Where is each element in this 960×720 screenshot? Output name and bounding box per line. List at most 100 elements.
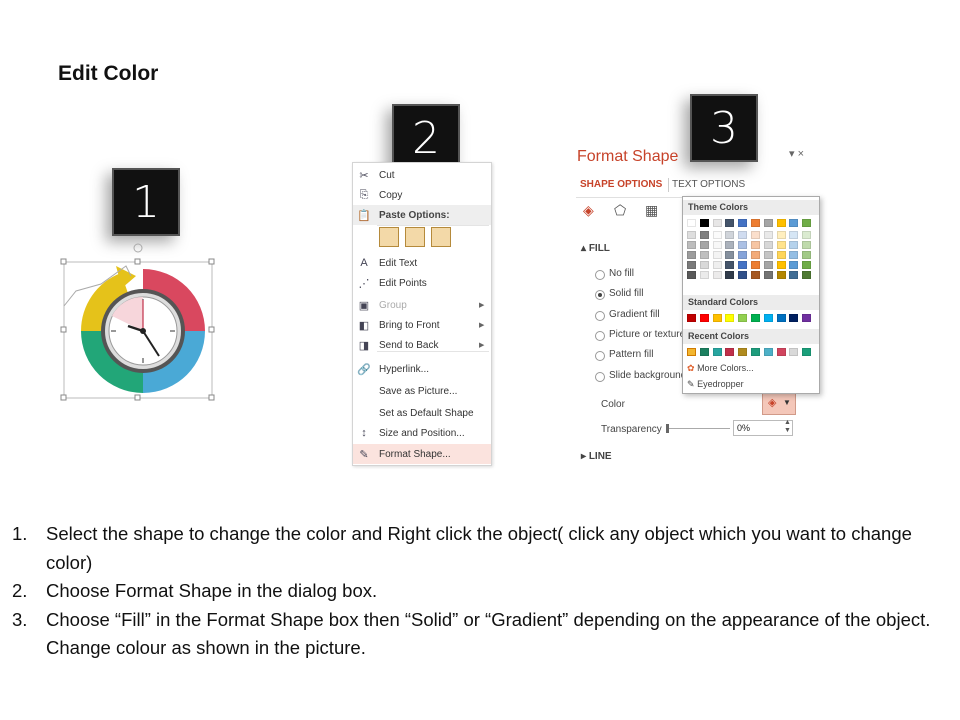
standard-color-swatch[interactable]: [699, 314, 709, 322]
tab-text-options[interactable]: TEXT OPTIONS: [672, 179, 745, 190]
size-properties-icon[interactable]: ▦: [645, 202, 658, 219]
recent-color-swatch[interactable]: [699, 348, 709, 356]
theme-color-swatch[interactable]: [738, 219, 748, 227]
theme-color-swatch[interactable]: [802, 219, 812, 227]
theme-color-shade-swatch[interactable]: [776, 251, 786, 259]
theme-color-shade-swatch[interactable]: [725, 271, 735, 279]
theme-color-shade-swatch[interactable]: [725, 261, 735, 269]
theme-color-shade-swatch[interactable]: [738, 271, 748, 279]
theme-color-shade-swatch[interactable]: [789, 241, 799, 249]
menu-item[interactable]: ✂ Cut: [353, 165, 491, 185]
theme-color-shade-swatch[interactable]: [699, 241, 709, 249]
theme-color-shade-swatch[interactable]: [802, 251, 812, 259]
spinner-icon[interactable]: ▲ ▼: [784, 419, 791, 435]
theme-color-shade-swatch[interactable]: [763, 241, 773, 249]
paste-merge-icon[interactable]: [405, 227, 425, 247]
theme-color-shade-swatch[interactable]: [687, 271, 696, 279]
theme-color-shade-swatch[interactable]: [789, 261, 799, 269]
standard-color-swatch[interactable]: [802, 314, 812, 322]
more-colors-item[interactable]: ✿ More Colors...: [687, 363, 754, 374]
fill-color-button[interactable]: ◈ ▼: [762, 393, 796, 415]
theme-color-shade-swatch[interactable]: [687, 251, 696, 259]
paste-picture-icon[interactable]: [431, 227, 451, 247]
theme-color-shade-swatch[interactable]: [751, 241, 760, 249]
line-section-header[interactable]: ▸ LINE: [581, 451, 612, 462]
theme-color-swatch[interactable]: [712, 219, 722, 227]
theme-color-shade-swatch[interactable]: [687, 231, 696, 239]
theme-color-swatch[interactable]: [776, 219, 786, 227]
menu-item[interactable]: A Edit Text: [353, 253, 491, 273]
recent-color-swatch[interactable]: [687, 348, 696, 356]
standard-color-swatch[interactable]: [789, 314, 799, 322]
theme-color-shade-swatch[interactable]: [789, 251, 799, 259]
transparency-slider-handle[interactable]: [666, 424, 669, 433]
theme-color-shade-swatch[interactable]: [802, 271, 812, 279]
theme-color-shade-swatch[interactable]: [763, 261, 773, 269]
theme-color-shade-swatch[interactable]: [738, 231, 748, 239]
theme-color-shade-swatch[interactable]: [725, 251, 735, 259]
standard-color-swatch[interactable]: [738, 314, 748, 322]
menu-item[interactable]: 🔗 Hyperlink...: [353, 359, 491, 379]
theme-color-shade-swatch[interactable]: [789, 271, 799, 279]
recent-color-swatch[interactable]: [751, 348, 760, 356]
menu-item[interactable]: ⋰ Edit Points: [353, 273, 491, 293]
paste-keep-source-icon[interactable]: [379, 227, 399, 247]
theme-color-swatch[interactable]: [699, 219, 709, 227]
recent-color-swatch[interactable]: [763, 348, 773, 356]
recent-color-swatch[interactable]: [802, 348, 812, 356]
theme-color-shade-swatch[interactable]: [699, 231, 709, 239]
theme-color-swatch[interactable]: [725, 219, 735, 227]
fill-option-radio[interactable]: [595, 331, 605, 341]
theme-color-shade-swatch[interactable]: [751, 251, 760, 259]
menu-item[interactable]: ↕ Size and Position...: [353, 423, 491, 443]
standard-color-swatch[interactable]: [751, 314, 760, 322]
clock-puzzle-shape[interactable]: [56, 236, 226, 406]
theme-color-shade-swatch[interactable]: [712, 231, 722, 239]
theme-color-shade-swatch[interactable]: [751, 231, 760, 239]
fill-option-radio[interactable]: [595, 270, 605, 280]
theme-color-shade-swatch[interactable]: [699, 251, 709, 259]
standard-color-swatch[interactable]: [776, 314, 786, 322]
transparency-slider[interactable]: [668, 428, 730, 429]
recent-color-swatch[interactable]: [776, 348, 786, 356]
menu-item[interactable]: Set as Default Shape: [353, 403, 491, 423]
theme-color-shade-swatch[interactable]: [738, 241, 748, 249]
theme-color-shade-swatch[interactable]: [776, 231, 786, 239]
fill-section-header[interactable]: ▴ FILL: [581, 243, 610, 254]
pane-controls[interactable]: ▾ ×: [789, 147, 804, 160]
theme-color-shade-swatch[interactable]: [751, 261, 760, 269]
theme-color-shade-swatch[interactable]: [712, 261, 722, 269]
theme-color-shade-swatch[interactable]: [763, 251, 773, 259]
menu-item[interactable]: ◨ Send to Back ▶: [353, 335, 491, 355]
theme-color-shade-swatch[interactable]: [738, 261, 748, 269]
theme-color-shade-swatch[interactable]: [763, 231, 773, 239]
menu-item[interactable]: ▣ Group ▶: [353, 295, 491, 315]
theme-color-shade-swatch[interactable]: [802, 261, 812, 269]
theme-color-shade-swatch[interactable]: [725, 241, 735, 249]
menu-item[interactable]: ◧ Bring to Front ▶: [353, 315, 491, 335]
theme-color-shade-swatch[interactable]: [763, 271, 773, 279]
recent-color-swatch[interactable]: [738, 348, 748, 356]
fill-option-radio[interactable]: [595, 351, 605, 361]
theme-color-shade-swatch[interactable]: [776, 271, 786, 279]
theme-color-shade-swatch[interactable]: [738, 251, 748, 259]
standard-color-swatch[interactable]: [687, 314, 696, 322]
effects-icon[interactable]: ⬠: [614, 202, 626, 219]
standard-color-swatch[interactable]: [712, 314, 722, 322]
theme-color-shade-swatch[interactable]: [712, 251, 722, 259]
theme-color-swatch[interactable]: [763, 219, 773, 227]
fill-line-icon[interactable]: ◈: [583, 202, 594, 219]
fill-option-radio[interactable]: [595, 372, 605, 382]
theme-color-shade-swatch[interactable]: [725, 231, 735, 239]
fill-option-radio[interactable]: [595, 311, 605, 321]
theme-color-shade-swatch[interactable]: [802, 231, 812, 239]
theme-color-shade-swatch[interactable]: [687, 261, 696, 269]
fill-option-radio[interactable]: [595, 290, 605, 300]
theme-color-shade-swatch[interactable]: [776, 241, 786, 249]
theme-color-shade-swatch[interactable]: [712, 271, 722, 279]
recent-color-swatch[interactable]: [712, 348, 722, 356]
recent-color-swatch[interactable]: [789, 348, 799, 356]
theme-color-shade-swatch[interactable]: [802, 241, 812, 249]
standard-color-swatch[interactable]: [763, 314, 773, 322]
theme-color-swatch[interactable]: [751, 219, 760, 227]
